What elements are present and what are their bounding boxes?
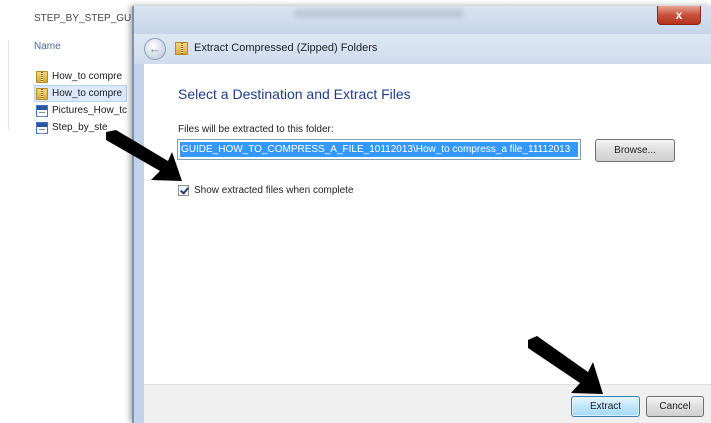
name-column-header[interactable]: Name (34, 41, 61, 52)
dialog-title: Extract Compressed (Zipped) Folders (194, 42, 378, 54)
file-item-selected[interactable]: How_to compre (34, 85, 128, 102)
explorer-breadcrumb[interactable]: STEP_BY_STEP_GUID (34, 13, 141, 24)
blurred-background-text (294, 9, 464, 18)
zip-folder-icon (36, 70, 48, 83)
destination-path-input[interactable]: GUIDE_HOW_TO_COMPRESS_A_FILE_10112013\Ho… (177, 139, 581, 160)
file-name: How_to compre (52, 88, 123, 99)
file-name: Pictures_How_tc (52, 105, 128, 116)
file-name: How_to compre (52, 71, 123, 82)
dialog-title-bar[interactable]: x (134, 6, 711, 34)
browse-button[interactable]: Browse... (595, 139, 675, 162)
close-button[interactable]: x (657, 6, 701, 25)
extract-button[interactable]: Extract (571, 396, 640, 417)
file-name: Step_by_ste (52, 122, 108, 133)
pointer-arrow-icon (528, 336, 603, 394)
zip-folder-icon (36, 87, 48, 100)
show-files-label[interactable]: Show extracted files when complete (194, 185, 354, 196)
zip-folder-icon (175, 42, 188, 55)
page-heading: Select a Destination and Extract Files (178, 86, 411, 102)
dialog-content: Select a Destination and Extract Files F… (144, 64, 711, 384)
explorer-file-list: How_to compre How_to compre Pictures_How… (34, 68, 128, 136)
extract-dialog: x ← Extract Compressed (Zipped) Folders … (132, 6, 711, 423)
destination-path-value: GUIDE_HOW_TO_COMPRESS_A_FILE_10112013\Ho… (180, 142, 578, 157)
file-item[interactable]: How_to compre (36, 68, 127, 85)
destination-label: Files will be extracted to this folder: (178, 124, 334, 135)
file-item[interactable]: Pictures_How_tc (36, 102, 127, 119)
show-files-checkbox[interactable] (178, 185, 189, 196)
dialog-footer: Extract Cancel (144, 384, 711, 423)
back-arrow-icon[interactable]: ← (144, 38, 166, 60)
cancel-button[interactable]: Cancel (646, 396, 704, 417)
pointer-arrow-icon (106, 130, 182, 181)
show-files-option[interactable]: Show extracted files when complete (178, 185, 354, 196)
dialog-nav-row: ← Extract Compressed (Zipped) Folders (134, 34, 711, 78)
word-document-icon (36, 121, 48, 134)
word-document-icon (36, 104, 48, 117)
explorer-nav-pane-edge (8, 40, 13, 130)
